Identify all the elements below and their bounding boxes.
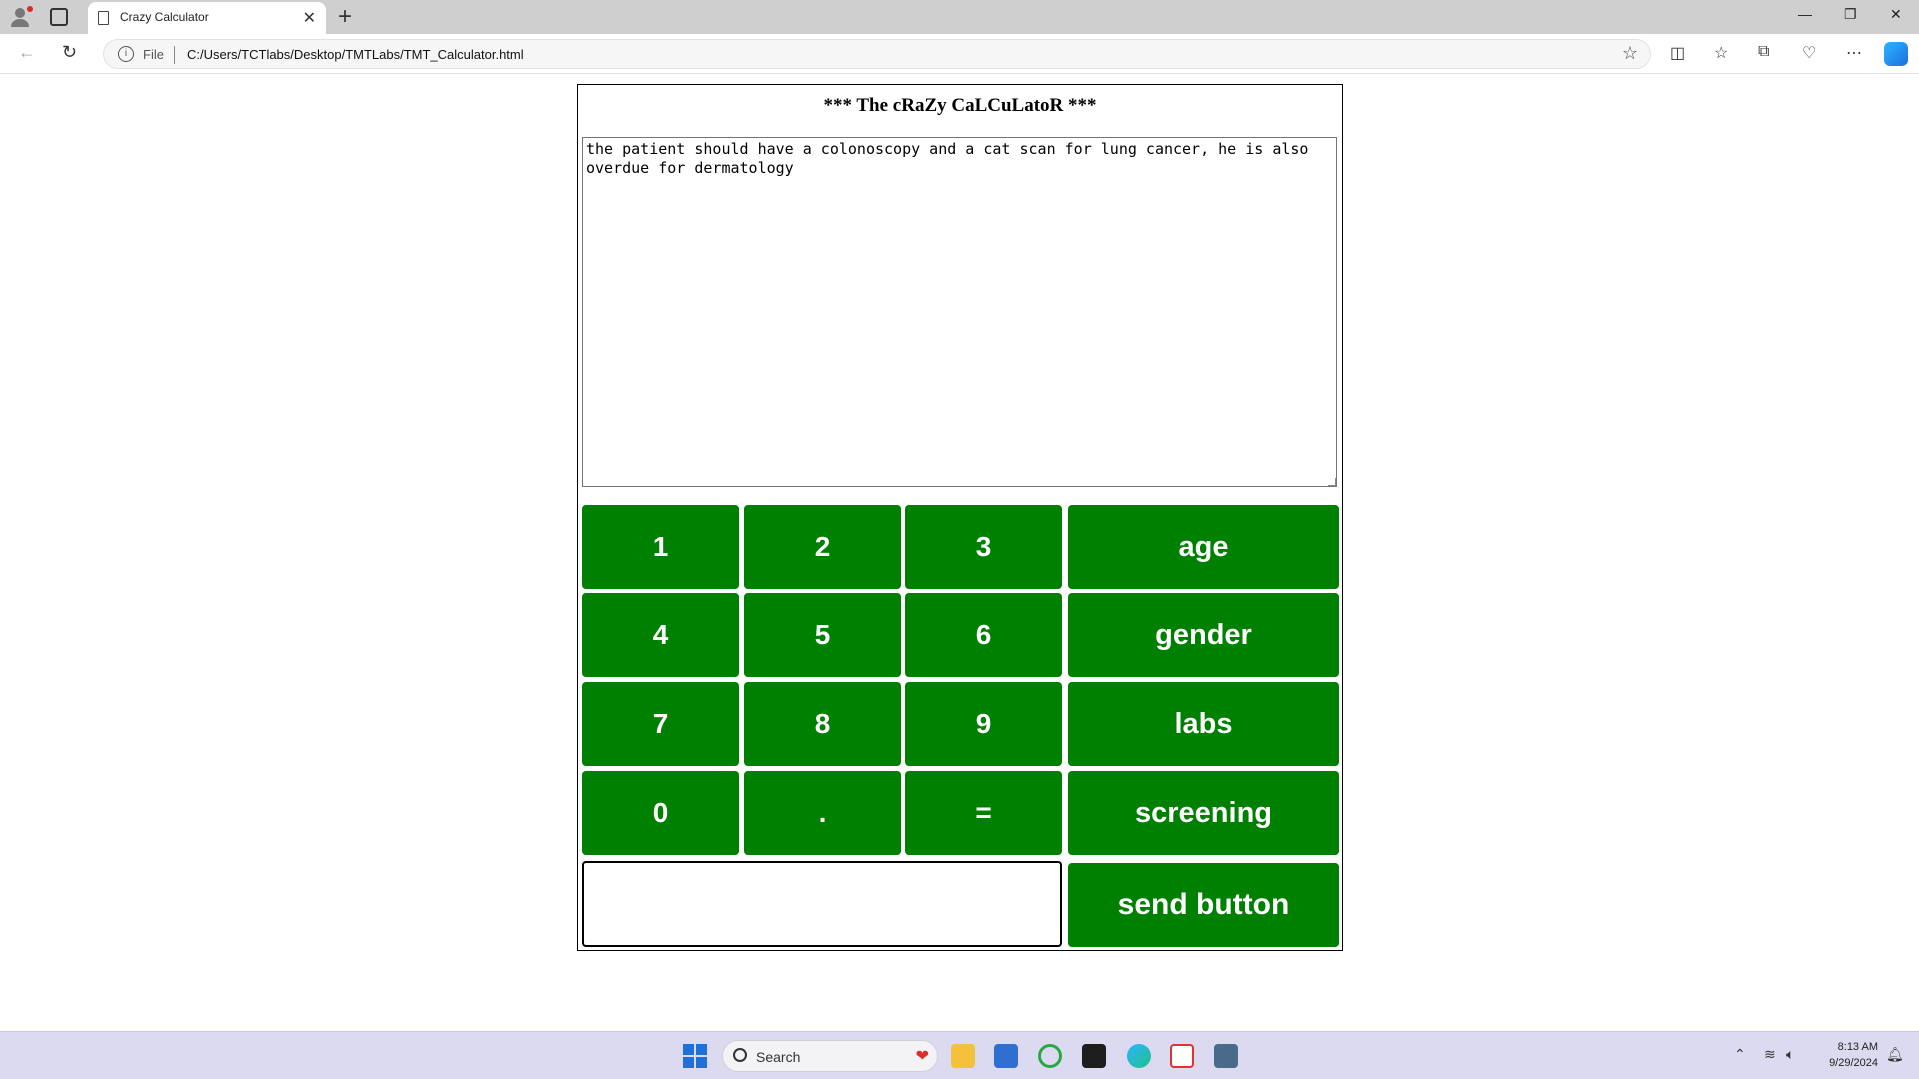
key-equals-button[interactable]: = (905, 771, 1062, 855)
notes-textarea[interactable]: the patient should have a colonoscopy an… (582, 137, 1337, 487)
key-7-button[interactable]: 7 (582, 682, 739, 766)
key-8-button[interactable]: 8 (744, 682, 901, 766)
key-dot-button[interactable]: . (744, 771, 901, 855)
show-hidden-icons-icon[interactable]: ⌃ (1734, 1046, 1746, 1063)
volume-icon[interactable]: 🔈︎ (1786, 1046, 1794, 1063)
clock-time[interactable]: 8:13 AM (1810, 1041, 1878, 1053)
favorites-icon[interactable]: ☆ (1714, 43, 1728, 63)
key-1-button[interactable]: 1 (582, 505, 739, 589)
search-highlight-icon: ❤ (915, 1048, 929, 1065)
key-2-button[interactable]: 2 (744, 505, 901, 589)
key-3-button[interactable]: 3 (905, 505, 1062, 589)
tab-crazy-calculator[interactable]: Crazy Calculator ✕ (88, 2, 326, 34)
send-button[interactable]: send button (1068, 863, 1339, 947)
age-button[interactable]: age (1068, 505, 1339, 589)
taskbar: Search ❤ ⌃ ≋ 🔈︎ 8:13 AM 9/29/2024 🔔︎ (0, 1031, 1919, 1079)
info-icon[interactable]: i (118, 46, 134, 62)
new-tab-icon[interactable]: + (338, 3, 352, 31)
key-6-button[interactable]: 6 (905, 593, 1062, 677)
page-icon (98, 11, 109, 25)
calculator-panel: *** The cRaZy CaLCuLatoR *** the patient… (577, 84, 1343, 951)
resize-grip-icon[interactable] (1328, 478, 1336, 486)
close-window-icon[interactable]: ✕ (1890, 6, 1902, 23)
wifi-icon[interactable]: ≋ (1764, 1046, 1776, 1063)
collections-icon[interactable]: ⧉ (1758, 43, 1769, 61)
labs-button[interactable]: labs (1068, 682, 1339, 766)
browser-toolbar: ← ↻ i File C:/Users/TCTlabs/Desktop/TMTL… (0, 34, 1919, 74)
tab-actions-icon[interactable] (50, 8, 68, 26)
message-input[interactable] (582, 861, 1062, 947)
minimize-icon[interactable]: — (1798, 6, 1812, 22)
browser-essentials-icon[interactable]: ♡ (1802, 43, 1816, 63)
taskbar-search[interactable]: Search ❤ (722, 1040, 938, 1072)
screening-button[interactable]: screening (1068, 771, 1339, 855)
profile-icon[interactable] (10, 5, 34, 29)
snipping-tool-icon[interactable] (1170, 1044, 1194, 1068)
tab-strip: Crazy Calculator ✕ + — ❐ ✕ (0, 0, 1919, 34)
more-options-icon[interactable]: ⋯ (1846, 43, 1862, 63)
search-placeholder: Search (756, 1049, 801, 1065)
sync-app-icon[interactable] (1038, 1044, 1062, 1068)
store-icon[interactable] (994, 1044, 1018, 1068)
refresh-icon[interactable]: ↻ (62, 42, 77, 63)
address-separator (174, 46, 175, 64)
scheme-label: File (143, 47, 164, 62)
search-icon (733, 1048, 747, 1062)
file-explorer-icon[interactable] (951, 1044, 975, 1068)
restore-icon[interactable]: ❐ (1844, 6, 1857, 23)
notifications-icon[interactable]: 🔔︎ (1886, 1046, 1904, 1063)
address-bar[interactable]: i File C:/Users/TCTlabs/Desktop/TMTLabs/… (103, 39, 1651, 69)
tab-title: Crazy Calculator (120, 10, 209, 24)
favorite-star-icon[interactable]: ☆ (1622, 43, 1638, 64)
remote-desktop-icon[interactable] (1214, 1044, 1238, 1068)
url-text[interactable]: C:/Users/TCTlabs/Desktop/TMTLabs/TMT_Cal… (187, 47, 524, 62)
gender-button[interactable]: gender (1068, 593, 1339, 677)
edge-icon[interactable] (1127, 1044, 1151, 1068)
page-title: *** The cRaZy CaLCuLatoR *** (823, 95, 1097, 116)
key-4-button[interactable]: 4 (582, 593, 739, 677)
copilot-icon[interactable] (1884, 42, 1908, 66)
key-9-button[interactable]: 9 (905, 682, 1062, 766)
clock-date[interactable]: 9/29/2024 (1810, 1057, 1878, 1069)
key-0-button[interactable]: 0 (582, 771, 739, 855)
back-icon[interactable]: ← (18, 42, 36, 63)
split-screen-icon[interactable]: ◫ (1670, 43, 1685, 63)
key-5-button[interactable]: 5 (744, 593, 901, 677)
windows-start-icon[interactable] (683, 1044, 707, 1068)
close-tab-icon[interactable]: ✕ (303, 8, 316, 28)
terminal-icon[interactable] (1082, 1044, 1106, 1068)
